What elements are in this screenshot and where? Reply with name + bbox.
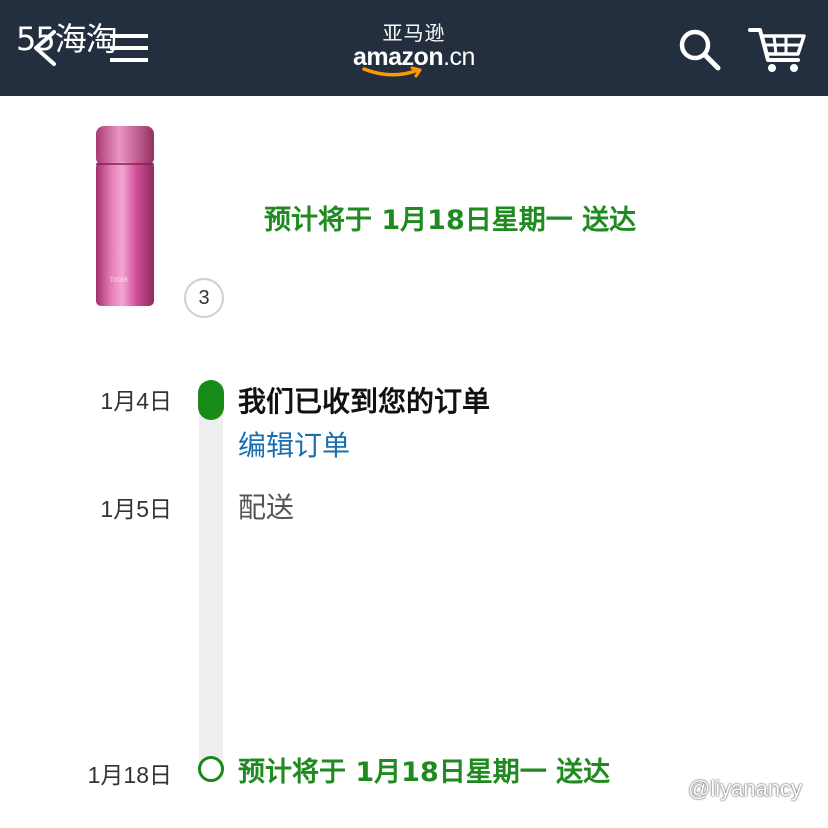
timeline-step-title: 预计将于 1月18日星期一 送达 (238, 757, 611, 788)
order-tracking-page: 55海淘 亚马逊 amazon.cn TIGER 3 预计将于 1月18日星期一… (0, 0, 828, 828)
product-thumbnail-tumbler[interactable]: TIGER (94, 122, 156, 312)
quantity-badge: 3 (184, 278, 224, 318)
logo-smile-icon (362, 66, 422, 78)
search-icon[interactable] (676, 26, 722, 72)
delivery-estimate: 预计将于 1月18日星期一 送达 (264, 205, 637, 236)
amazon-logo[interactable]: 亚马逊 amazon.cn (352, 22, 476, 82)
timeline-dot-estimated (198, 756, 224, 782)
timeline-date: 1月4日 (100, 388, 172, 414)
top-nav-bar: 55海淘 亚马逊 amazon.cn (0, 0, 828, 96)
site-watermark: 55海淘 (16, 20, 118, 58)
edit-order-link[interactable]: 编辑订单 (238, 424, 350, 464)
timeline-dot-completed (198, 380, 224, 420)
timeline-date: 1月18日 (87, 762, 172, 788)
cart-icon[interactable] (748, 26, 808, 74)
timeline-track (199, 384, 223, 764)
logo-domain-suffix: .cn (443, 43, 475, 71)
timeline-step-title: 我们已收到您的订单 (238, 385, 491, 418)
user-watermark: @liyanancy (688, 776, 803, 801)
timeline-date: 1月5日 (100, 496, 172, 522)
svg-text:TIGER: TIGER (109, 277, 128, 284)
timeline-step-title: 配送 (238, 491, 295, 524)
logo-chinese-text: 亚马逊 (382, 21, 446, 45)
